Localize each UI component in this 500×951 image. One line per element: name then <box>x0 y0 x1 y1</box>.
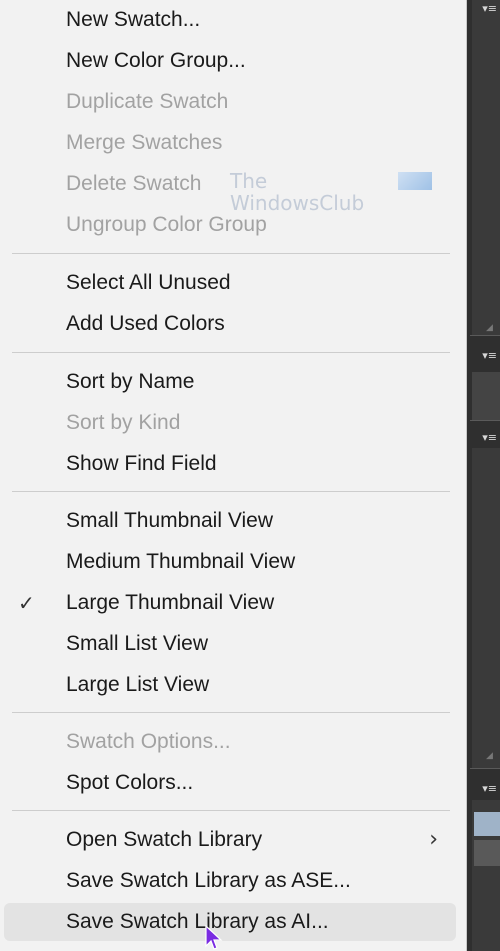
swatch-tile[interactable] <box>474 812 500 836</box>
panel-strip <box>472 0 500 335</box>
menu-item-sort-by-name[interactable]: Sort by Name <box>4 363 456 401</box>
menu-item-save-swatch-library-ase[interactable]: Save Swatch Library as ASE... <box>4 862 456 900</box>
menu-item-large-thumbnail-view[interactable]: ✓ Large Thumbnail View <box>4 584 456 622</box>
panel-divider <box>470 335 500 336</box>
menu-item-show-find-field[interactable]: Show Find Field <box>4 445 456 483</box>
menu-item-add-used-colors[interactable]: Add Used Colors <box>4 305 456 343</box>
menu-item-small-list-view[interactable]: Small List View <box>4 625 456 663</box>
swatches-panel-menu: New Swatch... New Color Group... Duplica… <box>0 0 467 951</box>
menu-item-small-thumbnail-view[interactable]: Small Thumbnail View <box>4 502 456 540</box>
panel-menu-icon[interactable]: ▾≡ <box>477 349 497 363</box>
panel-strip <box>472 448 500 768</box>
mouse-pointer-icon <box>205 925 223 950</box>
panel-menu-icon[interactable]: ▾≡ <box>477 431 497 445</box>
menu-item-save-swatch-library-ai[interactable]: Save Swatch Library as AI... <box>4 903 456 941</box>
menu-item-select-all-unused[interactable]: Select All Unused <box>4 264 456 302</box>
menu-item-merge-swatches: Merge Swatches <box>66 131 223 154</box>
menu-separator <box>12 253 450 254</box>
menu-item-spot-colors[interactable]: Spot Colors... <box>4 764 456 802</box>
menu-item-new-color-group[interactable]: New Color Group... <box>4 42 456 80</box>
panel-strip <box>472 372 500 420</box>
menu-separator <box>12 491 450 492</box>
panel-menu-icon[interactable]: ▾≡ <box>477 782 497 796</box>
chevron-right-icon: › <box>429 827 438 852</box>
watermark: The WindowsClub <box>230 170 432 214</box>
menu-item-swatch-options: Swatch Options... <box>66 730 231 753</box>
panel-divider <box>470 420 500 421</box>
menu-item-large-list-view[interactable]: Large List View <box>4 666 456 704</box>
menu-item-duplicate-swatch: Duplicate Swatch <box>66 90 229 113</box>
resize-grip-icon[interactable]: ◢ <box>486 750 496 760</box>
swatch-tile[interactable] <box>474 840 500 866</box>
menu-separator <box>12 810 450 811</box>
watermark-logo-icon <box>398 172 432 190</box>
menu-item-new-swatch[interactable]: New Swatch... <box>4 1 456 39</box>
menu-item-open-swatch-library[interactable]: Open Swatch Library › <box>4 821 456 859</box>
checkmark-icon: ✓ <box>18 591 35 615</box>
menu-item-medium-thumbnail-view[interactable]: Medium Thumbnail View <box>4 543 456 581</box>
panel-menu-icon[interactable]: ▾≡ <box>477 2 497 16</box>
menu-item-sort-by-kind: Sort by Kind <box>66 411 181 434</box>
resize-grip-icon[interactable]: ◢ <box>486 322 496 332</box>
menu-separator <box>12 352 450 353</box>
panel-divider <box>470 768 500 769</box>
menu-separator <box>12 712 450 713</box>
